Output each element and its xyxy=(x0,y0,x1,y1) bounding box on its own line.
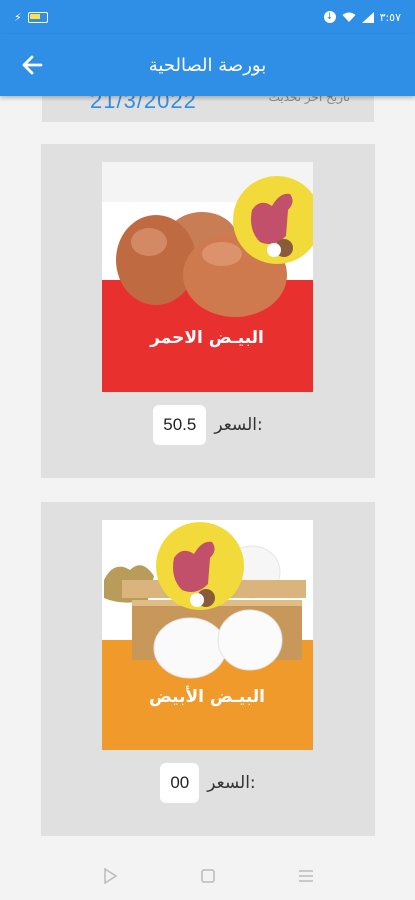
system-nav-bar xyxy=(0,852,415,900)
price-value-red-eggs: 50.5 xyxy=(153,405,207,445)
product-card-white-eggs[interactable]: البيـض الأبيض 00 السعر: xyxy=(41,502,375,836)
signal-icon xyxy=(361,11,374,23)
notification-icon: ↓ xyxy=(323,11,336,23)
price-label-white-eggs: السعر: xyxy=(207,773,256,793)
price-row-red-eggs: 50.5 السعر: xyxy=(41,402,375,448)
last-update-card: 21/3/2022 تاريخ آخر تحديث xyxy=(42,96,374,122)
red-eggs-image: البيـض الاحمر xyxy=(102,162,313,392)
back-button[interactable] xyxy=(0,34,64,96)
wifi-icon xyxy=(342,12,356,22)
last-update-date: 21/3/2022 xyxy=(90,96,197,113)
status-time: ٣:٥٧ xyxy=(379,10,401,24)
price-label-red-eggs: السعر: xyxy=(214,415,263,435)
last-update-label: تاريخ آخر تحديث xyxy=(268,96,350,104)
red-eggs-banner-label: البيـض الاحمر xyxy=(149,328,264,348)
battery-icon xyxy=(27,11,48,23)
back-triangle-icon[interactable] xyxy=(102,868,118,884)
charging-icon: ⚡ xyxy=(14,10,22,24)
status-bar: ⚡ ↓ ٣:٥٧ xyxy=(0,0,415,34)
white-eggs-banner-label: البيـض الأبيض xyxy=(149,686,265,707)
white-eggs-image: البيـض الأبيض xyxy=(102,520,313,750)
app-bar: بورصة الصالحية xyxy=(0,34,415,96)
price-value-white-eggs: 00 xyxy=(160,763,200,803)
price-row-white-eggs: 00 السعر: xyxy=(41,760,375,806)
home-square-icon[interactable] xyxy=(200,869,215,883)
product-card-red-eggs[interactable]: البيـض الاحمر 50.5 السعر: xyxy=(41,144,375,478)
recents-menu-icon[interactable] xyxy=(298,869,314,883)
arrow-left-icon xyxy=(22,55,43,75)
